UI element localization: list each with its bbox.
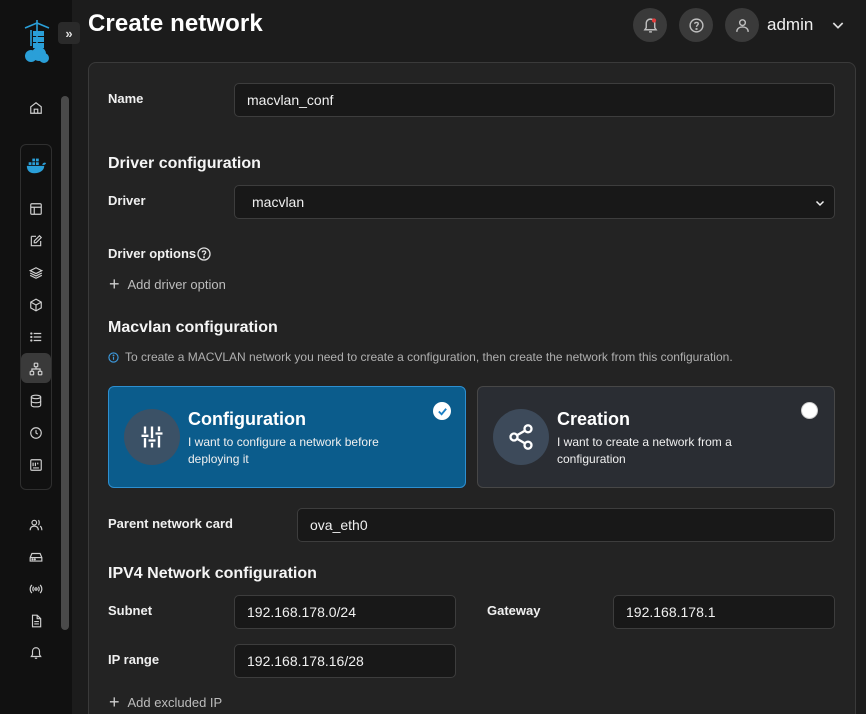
sliders-icon [124,409,180,465]
list-icon[interactable] [25,326,47,348]
sidebar-scrollbar[interactable] [61,96,69,630]
info-icon [108,351,119,363]
help-circle-icon [688,17,704,33]
help-button[interactable] [679,8,713,42]
chevron-down-icon [814,196,826,208]
gateway-input[interactable]: 192.168.178.1 [613,595,835,629]
page-title: Create network [88,10,263,37]
check-icon [433,402,451,420]
ip-range-input[interactable]: 192.168.178.16/28 [234,644,456,678]
add-driver-option-button[interactable]: + Add driver option [109,275,226,293]
network-icon[interactable] [25,358,47,380]
driver-configuration-heading: Driver configuration [108,155,261,172]
plus-icon: + [109,274,120,294]
add-excluded-ip-label: Add excluded IP [127,694,223,710]
sidebar: » [0,0,80,714]
portainer-logo-icon[interactable] [22,20,52,64]
configuration-option-title: Configuration [188,409,306,429]
parent-network-card-label: Parent network card [108,516,233,531]
docker-icon[interactable] [25,154,47,176]
add-driver-option-label: Add driver option [127,276,226,292]
macvlan-configuration-heading: Macvlan configuration [108,319,278,336]
ip-range-label: IP range [108,652,160,667]
clock-icon[interactable] [25,422,47,444]
creation-option-title: Creation [557,409,631,429]
driver-select[interactable]: macvlan [234,185,835,219]
file-icon[interactable] [25,610,47,632]
users-icon[interactable] [25,514,47,536]
creation-radio[interactable] [801,402,818,419]
user-avatar[interactable] [725,8,759,42]
gateway-label: Gateway [487,603,541,618]
macvlan-info-text: To create a MACVLAN network you need to … [125,350,733,364]
home-icon[interactable] [25,97,47,119]
parent-network-card-input[interactable]: ova_eth0 [297,508,835,542]
configuration-option[interactable]: Configuration I want to configure a netw… [108,386,466,488]
creation-option[interactable]: Creation I want to create a network from… [477,386,835,488]
creation-option-desc: I want to create a network from a config… [557,435,732,466]
bell-alert-icon [643,17,657,33]
user-icon [735,18,749,32]
add-excluded-ip-button[interactable]: + Add excluded IP [109,693,222,711]
macvlan-info: To create a MACVLAN network you need to … [108,350,733,364]
edit-icon[interactable] [25,230,47,252]
subnet-input[interactable]: 192.168.178.0/24 [234,595,456,629]
ipv4-configuration-heading: IPV4 Network configuration [108,565,317,582]
box-icon[interactable] [25,294,47,316]
notifications-button[interactable] [633,8,667,42]
help-circle-icon[interactable] [196,246,212,262]
user-name[interactable]: admin [767,15,813,35]
name-input[interactable]: macvlan_conf [234,83,835,117]
plus-icon: + [109,692,120,712]
layers-icon[interactable] [25,262,47,284]
broadcast-icon[interactable] [25,578,47,600]
registry-icon[interactable] [25,454,47,476]
chevron-down-icon[interactable] [830,17,846,33]
expand-sidebar-button[interactable]: » [58,22,80,44]
bell-icon[interactable] [25,642,47,664]
database-icon[interactable] [25,390,47,412]
drive-icon[interactable] [25,546,47,568]
share-icon [493,409,549,465]
driver-select-value: macvlan [252,194,305,210]
configuration-option-desc: I want to configure a network before dep… [188,435,379,466]
driver-label: Driver [108,193,146,208]
name-label: Name [108,91,144,106]
subnet-label: Subnet [108,603,153,618]
driver-options-label: Driver options [108,246,197,261]
dashboard-icon[interactable] [25,198,47,220]
